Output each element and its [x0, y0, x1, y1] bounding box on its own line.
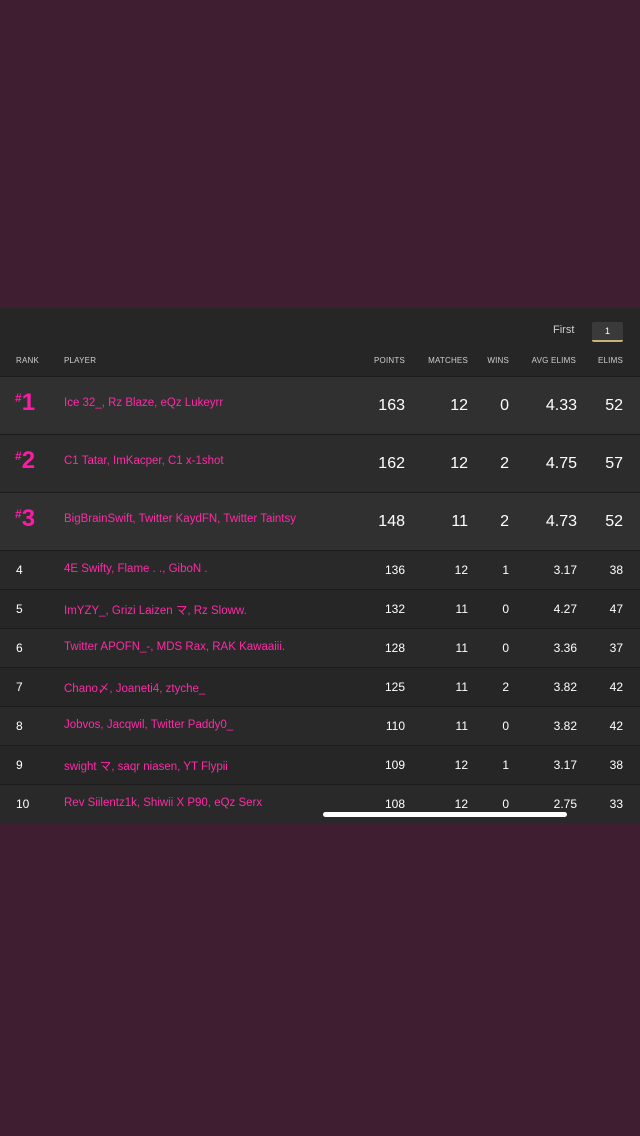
elims-value: 47 [609, 602, 623, 616]
home-indicator[interactable] [323, 812, 567, 817]
avg-elims-value: 2.75 [553, 797, 577, 811]
first-page-link[interactable]: First [553, 324, 574, 336]
avg-elims-value: 3.36 [553, 641, 577, 655]
matches-value: 12 [450, 397, 468, 414]
wins-value: 0 [502, 719, 509, 733]
avg-elims-value: 4.33 [545, 397, 577, 414]
team-players[interactable]: swight マ, saqr niasen, YT Flypii [64, 758, 228, 774]
matches-value: 12 [454, 758, 468, 772]
elims-value: 42 [609, 719, 623, 733]
avg-elims-value: 3.17 [553, 563, 577, 577]
table-row[interactable]: 9 swight マ, saqr niasen, YT Flypii 109 1… [0, 745, 640, 784]
rank-value: 7 [16, 680, 23, 694]
table-row[interactable]: 5 ImYZY_, Grizi Laizen マ, Rz Sloww. 132 … [0, 589, 640, 628]
wins-value: 0 [502, 797, 509, 811]
table-header: RANK PLAYER POINTS MATCHES WINS AVG ELIM… [0, 350, 640, 376]
points-value: 148 [378, 513, 405, 530]
table-row[interactable]: 7 Chano〆, Joaneti4, ztyche_ 125 11 2 3.8… [0, 667, 640, 706]
matches-value: 12 [454, 563, 468, 577]
elims-value: 52 [605, 513, 623, 530]
rank-badge: #2 [15, 447, 36, 474]
avg-elims-value: 4.27 [553, 602, 577, 616]
matches-value: 11 [455, 641, 468, 655]
elims-value: 38 [609, 758, 623, 772]
wins-value: 0 [502, 641, 509, 655]
wins-value: 1 [502, 563, 509, 577]
column-header-points[interactable]: POINTS [374, 356, 405, 365]
rank-value: 9 [16, 758, 23, 772]
page-1-button[interactable]: 1 [592, 322, 623, 342]
wins-value: 2 [502, 680, 509, 694]
column-header-wins[interactable]: WINS [487, 356, 509, 365]
rank-badge: #3 [15, 505, 36, 532]
table-row[interactable]: #1 Ice 32_, Rz Blaze, eQz Lukeyrr 163 12… [0, 376, 640, 434]
rank-value: 5 [16, 602, 23, 616]
points-value: 109 [384, 758, 405, 772]
table-row[interactable]: 8 Jobvos, Jacqwil, Twitter Paddy0_ 110 1… [0, 706, 640, 745]
matches-value: 11 [455, 680, 468, 694]
rank-value: 6 [16, 641, 23, 655]
avg-elims-value: 4.73 [545, 513, 577, 530]
matches-value: 11 [451, 513, 468, 530]
points-value: 162 [378, 455, 405, 472]
leaderboard: First 1 RANK PLAYER POINTS MATCHES WINS … [0, 308, 640, 823]
avg-elims-value: 4.75 [545, 455, 577, 472]
wins-value: 2 [500, 455, 509, 472]
elims-value: 52 [605, 397, 623, 414]
points-value: 125 [384, 680, 405, 694]
elims-value: 57 [605, 455, 623, 472]
pagination: First 1 [0, 308, 640, 350]
points-value: 108 [384, 797, 405, 811]
team-players[interactable]: Rev Siilentz1k, Shiwii X P90, eQz Serx [64, 797, 262, 809]
avg-elims-value: 3.82 [553, 719, 577, 733]
rank-value: 10 [16, 797, 30, 811]
team-players[interactable]: 4E Swifty, Flame . ., GiboN . [64, 563, 208, 575]
rank-value: 8 [16, 719, 23, 733]
team-players[interactable]: Ice 32_, Rz Blaze, eQz Lukeyrr [64, 397, 223, 409]
points-value: 128 [384, 641, 405, 655]
team-players[interactable]: Chano〆, Joaneti4, ztyche_ [64, 680, 205, 696]
table-row[interactable]: 10 Rev Siilentz1k, Shiwii X P90, eQz Ser… [0, 784, 640, 823]
team-players[interactable]: BigBrainSwift, Twitter KaydFN, Twitter T… [64, 513, 296, 525]
matches-value: 11 [455, 602, 468, 616]
elims-value: 42 [609, 680, 623, 694]
table-row[interactable]: #3 BigBrainSwift, Twitter KaydFN, Twitte… [0, 492, 640, 550]
points-value: 132 [384, 602, 405, 616]
table-row[interactable]: 4 4E Swifty, Flame . ., GiboN . 136 12 1… [0, 550, 640, 589]
rank-value: 4 [16, 563, 23, 577]
table-row[interactable]: 6 Twitter APOFN_-, MDS Rax, RAK Kawaaiii… [0, 628, 640, 667]
matches-value: 12 [454, 797, 468, 811]
rank-badge: #1 [15, 389, 36, 416]
elims-value: 37 [609, 641, 623, 655]
table-body: #1 Ice 32_, Rz Blaze, eQz Lukeyrr 163 12… [0, 376, 640, 823]
points-value: 163 [378, 397, 405, 414]
column-header-rank[interactable]: RANK [16, 356, 39, 365]
wins-value: 2 [500, 513, 509, 530]
points-value: 110 [385, 719, 405, 733]
team-players[interactable]: C1 Tatar, ImKacper, C1 x-1shot [64, 455, 224, 467]
team-players[interactable]: ImYZY_, Grizi Laizen マ, Rz Sloww. [64, 602, 247, 618]
team-players[interactable]: Twitter APOFN_-, MDS Rax, RAK Kawaaiii. [64, 641, 285, 653]
column-header-avg-elims[interactable]: AVG ELIMS [532, 356, 576, 365]
column-header-matches[interactable]: MATCHES [428, 356, 468, 365]
avg-elims-value: 3.82 [553, 680, 577, 694]
column-header-elims[interactable]: ELIMS [598, 356, 623, 365]
elims-value: 33 [609, 797, 623, 811]
wins-value: 1 [502, 758, 509, 772]
matches-value: 11 [455, 719, 468, 733]
wins-value: 0 [500, 397, 509, 414]
wins-value: 0 [502, 602, 509, 616]
team-players[interactable]: Jobvos, Jacqwil, Twitter Paddy0_ [64, 719, 233, 731]
table-row[interactable]: #2 C1 Tatar, ImKacper, C1 x-1shot 162 12… [0, 434, 640, 492]
avg-elims-value: 3.17 [553, 758, 577, 772]
points-value: 136 [384, 563, 405, 577]
column-header-player[interactable]: PLAYER [64, 356, 96, 365]
elims-value: 38 [609, 563, 623, 577]
matches-value: 12 [450, 455, 468, 472]
